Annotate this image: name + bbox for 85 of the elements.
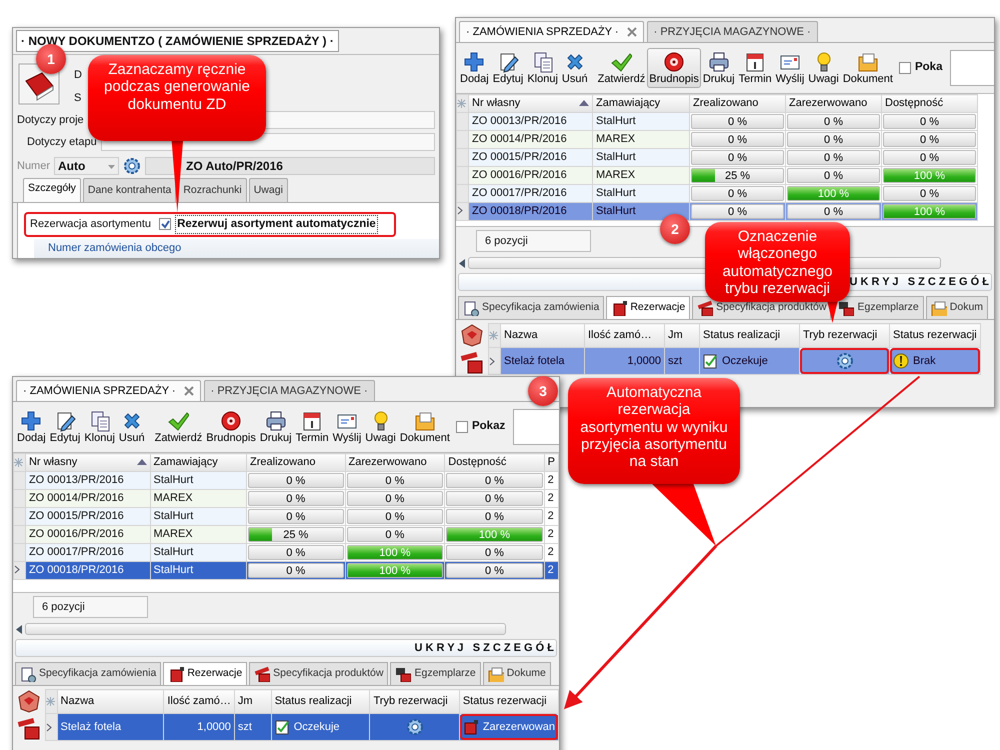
progress-text: 0 % xyxy=(384,528,406,542)
table-cell: szt xyxy=(234,714,272,740)
table-cell: ZO 00016/PR/2016 xyxy=(468,166,592,184)
progress-text: 0 % xyxy=(727,114,748,128)
table-cell: StalHurt xyxy=(592,112,690,130)
progress-text: 25 % xyxy=(724,168,752,182)
table-cell: ZO 00015/PR/2016 xyxy=(25,507,150,525)
table-cell: 2 xyxy=(544,471,558,489)
table-cell: StalHurt xyxy=(592,148,690,166)
callout-tooltip: Automatyczna rezerwacja asortymentu w wyniku przyjęcia asortymentu na stan xyxy=(568,378,740,484)
table-cell-text: Oczekuje xyxy=(722,354,768,369)
progress-text: 0 % xyxy=(727,150,748,164)
table-cell: 1,0000 xyxy=(164,714,234,740)
table-cell: 2 xyxy=(544,525,558,543)
progress-text: 0 % xyxy=(919,132,940,146)
progress-text: 0 % xyxy=(823,114,844,128)
table-cell: Brak xyxy=(890,348,980,374)
callout-tooltip: Oznaczenie włączonego automatycznego trybu rezerwacji xyxy=(705,222,850,302)
table-cell: ZO 00013/PR/2016 xyxy=(25,471,150,489)
progress-text: 0 % xyxy=(823,132,844,146)
progress-text: 0 % xyxy=(484,474,505,488)
progress-text: 100 % xyxy=(378,564,412,578)
table-cell: ZO 00018/PR/2016 xyxy=(25,561,150,579)
progress-text: 0 % xyxy=(285,546,306,560)
field-label: Rezerwacja asortymentu xyxy=(30,217,152,232)
progress-text: 0 % xyxy=(285,510,306,524)
table-cell: ZO 00015/PR/2016 xyxy=(468,148,592,166)
progress-text: 0 % xyxy=(484,564,505,578)
table-cell: Stelaż fotela xyxy=(57,714,164,740)
progress-text: 0 % xyxy=(727,186,748,200)
progress-text: 0 % xyxy=(727,204,748,218)
progress-text: 0 % xyxy=(484,546,505,560)
table-cell: ZO 00017/PR/2016 xyxy=(468,184,592,202)
table-cell: ZO 00017/PR/2016 xyxy=(25,543,150,561)
field-label: D xyxy=(74,68,82,83)
progress-text: 0 % xyxy=(823,168,844,182)
table-cell: 2 xyxy=(544,489,558,507)
table-cell: ZO 00013/PR/2016 xyxy=(468,112,592,130)
table-cell: MAREX xyxy=(150,489,247,507)
table-cell: StalHurt xyxy=(150,561,247,579)
progress-text: 0 % xyxy=(919,150,940,164)
progress-text: 0 % xyxy=(919,186,940,200)
progress-text: 0 % xyxy=(384,510,406,524)
table-cell: szt xyxy=(664,348,700,374)
table-cell: StalHurt xyxy=(592,184,690,202)
table-cell: ZO 00014/PR/2016 xyxy=(25,489,150,507)
progress-text: 100 % xyxy=(912,204,946,218)
progress-text: 0 % xyxy=(384,492,406,506)
table-cell: ZO 00018/PR/2016 xyxy=(468,202,592,220)
progress-text: 100 % xyxy=(912,168,946,182)
field-label: Numer xyxy=(17,158,50,174)
field-label: S xyxy=(74,90,82,106)
record-count: 6 pozycji xyxy=(476,230,591,252)
table-cell: Zarezerwowan xyxy=(459,714,558,740)
field-label: Dotyczy proje xyxy=(17,112,84,128)
progress-text: 0 % xyxy=(823,204,844,218)
progress-text: 0 % xyxy=(484,492,505,506)
progress-text: 100 % xyxy=(478,528,512,542)
progress-text: 0 % xyxy=(285,492,306,506)
table-cell: 1,0000 xyxy=(584,348,664,374)
table-cell: MAREX xyxy=(592,166,690,184)
progress-text: 0 % xyxy=(727,132,748,146)
progress-text: 100 % xyxy=(816,186,850,200)
progress-text: 0 % xyxy=(484,510,505,524)
table-cell: MAREX xyxy=(592,130,690,148)
table-cell: ZO 00014/PR/2016 xyxy=(468,130,592,148)
table-cell: StalHurt xyxy=(150,507,247,525)
record-count: 6 pozycji xyxy=(33,596,148,618)
table-cell: 2 xyxy=(544,543,558,561)
table-cell: Stelaż fotela xyxy=(500,348,584,374)
progress-text: 0 % xyxy=(919,114,940,128)
progress-text: 0 % xyxy=(823,150,844,164)
progress-text: 100 % xyxy=(378,546,412,560)
table-cell: MAREX xyxy=(150,525,247,543)
table-cell: StalHurt xyxy=(150,471,247,489)
window-title: · NOWY DOKUMENTZO ( ZAMÓWIENIE SPRZEDAŻY ) · xyxy=(16,30,339,52)
field-label: Numer zamówienia obcego xyxy=(48,242,182,254)
progress-text: 25 % xyxy=(282,528,310,542)
table-cell: StalHurt xyxy=(150,543,247,561)
progress-text: 0 % xyxy=(285,564,306,578)
table-cell: 2 xyxy=(544,507,558,525)
progress-text: 0 % xyxy=(384,474,406,488)
table-cell-text: Oczekuje xyxy=(294,720,340,735)
table-cell: ZO 00016/PR/2016 xyxy=(25,525,150,543)
progress-text: 0 % xyxy=(285,474,306,488)
